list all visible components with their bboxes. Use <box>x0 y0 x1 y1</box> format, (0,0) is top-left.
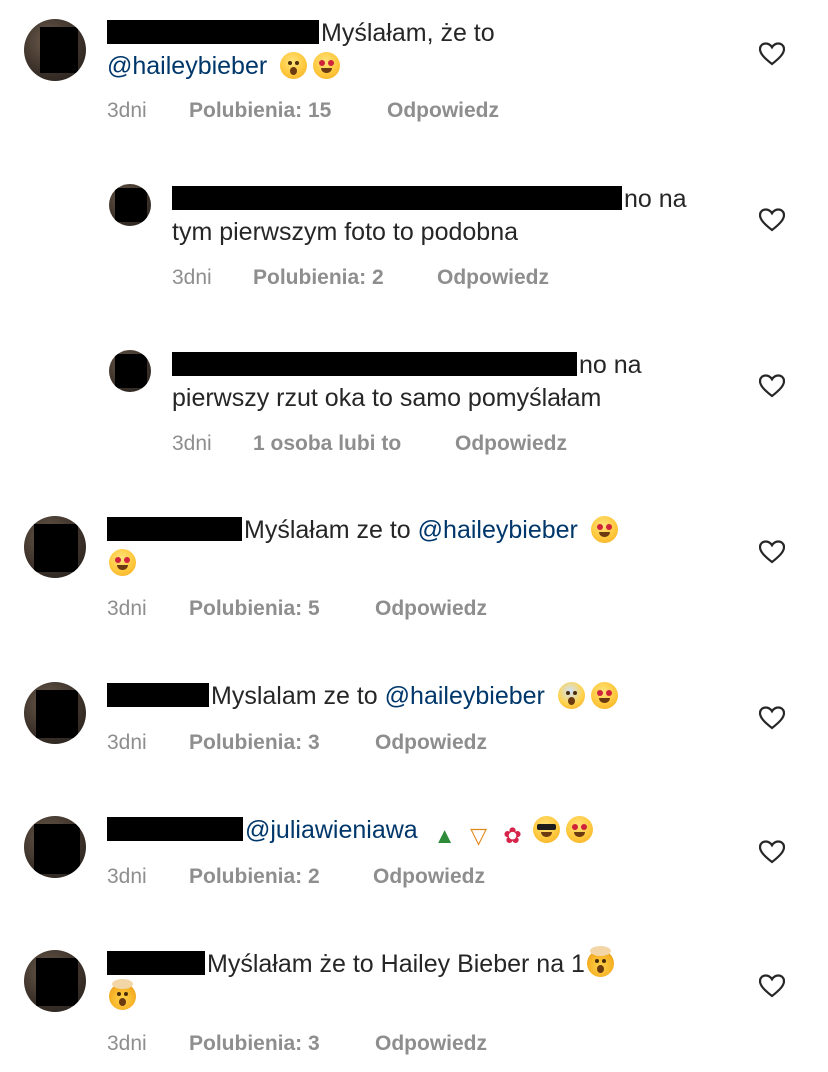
avatar[interactable] <box>24 816 86 878</box>
reply-comment: no na pierwszy rzut oka to samo pomyślał… <box>0 336 828 476</box>
redacted-username[interactable] <box>107 517 242 541</box>
comment-text: Myslalam ze to @haileybieber <box>107 680 727 713</box>
redacted-username[interactable] <box>172 352 577 376</box>
reply-button[interactable]: Odpowiedz <box>375 730 487 756</box>
comment-text: no na pierwszy rzut oka to samo pomyślał… <box>172 351 642 412</box>
reply-button[interactable]: Odpowiedz <box>375 596 487 622</box>
redacted-username[interactable] <box>107 683 209 707</box>
comment-text: Myślałam ze to @haileybieber <box>107 514 727 580</box>
exploding-head-icon <box>109 979 136 1010</box>
mention-link[interactable]: @haileybieber <box>418 516 578 544</box>
sunglasses-face-icon <box>532 816 560 843</box>
likes-count[interactable]: Polubienia: 2 <box>189 864 320 890</box>
mention-link[interactable]: @haileybieber <box>385 682 545 710</box>
heart-outline-icon[interactable] <box>759 706 785 730</box>
reply-button[interactable]: Odpowiedz <box>373 864 485 890</box>
mention-link[interactable]: @juliawieniawa <box>245 816 418 844</box>
timestamp: 3dni <box>172 266 212 289</box>
redacted-username[interactable] <box>107 951 205 975</box>
comment-text: no na tym pierwszym foto to podobna <box>172 185 687 246</box>
reply-button[interactable]: Odpowiedz <box>437 265 549 291</box>
likes-count[interactable]: Polubienia: 5 <box>189 596 320 622</box>
screaming-face-icon <box>557 682 585 709</box>
comment: Myślałam, że to @haileybieber 3dni Polub… <box>0 0 828 140</box>
likes-count[interactable]: Polubienia: 3 <box>189 730 320 756</box>
likes-count[interactable]: Polubienia: 3 <box>189 1031 320 1057</box>
likes-count[interactable]: 1 osoba lubi to <box>253 431 401 457</box>
heart-outline-icon[interactable] <box>759 540 785 564</box>
avatar[interactable] <box>109 184 151 226</box>
star-struck-face-icon <box>565 816 593 843</box>
heart-eyes-face-icon <box>313 52 341 79</box>
mention-link[interactable]: @haileybieber <box>107 52 267 80</box>
tropical-drink-icon: ▽ <box>470 823 488 848</box>
timestamp: 3dni <box>107 1032 147 1055</box>
comment: Myslalam ze to @haileybieber 3dni Polubi… <box>0 666 828 796</box>
likes-count[interactable]: Polubienia: 15 <box>189 98 331 124</box>
comment-text: @juliawieniawa ▲ ▽ ✿ <box>107 814 747 849</box>
heart-eyes-face-icon <box>109 549 136 576</box>
timestamp: 3dni <box>172 432 212 455</box>
likes-count[interactable]: Polubienia: 2 <box>253 265 384 291</box>
heart-outline-icon[interactable] <box>759 974 785 998</box>
reply-button[interactable]: Odpowiedz <box>387 98 499 124</box>
avatar[interactable] <box>109 350 151 392</box>
heart-eyes-face-icon <box>590 682 618 709</box>
reply-button[interactable]: Odpowiedz <box>455 431 567 457</box>
comment-text: Myślałam, że to @haileybieber <box>107 19 495 80</box>
comment-text: Myślałam że to Hailey Bieber na 1 <box>107 946 727 1014</box>
heart-outline-icon[interactable] <box>759 208 785 232</box>
avatar[interactable] <box>24 950 86 1012</box>
comment: Myślałam że to Hailey Bieber na 1 3dni P… <box>0 934 828 1072</box>
reply-button[interactable]: Odpowiedz <box>375 1031 487 1057</box>
redacted-username[interactable] <box>107 817 243 841</box>
avatar[interactable] <box>24 19 86 81</box>
heart-eyes-face-icon <box>590 516 618 543</box>
reply-comment: no na tym pierwszym foto to podobna 3dni… <box>0 170 828 310</box>
heart-outline-icon[interactable] <box>759 840 785 864</box>
hushed-face-icon <box>280 52 308 79</box>
comment: @juliawieniawa ▲ ▽ ✿ 3dni Polubienia: 2 Od… <box>0 800 828 930</box>
redacted-username[interactable] <box>107 20 319 44</box>
comment: Myślałam ze to @haileybieber 3dni Polubi… <box>0 500 828 640</box>
heart-outline-icon[interactable] <box>759 374 785 398</box>
palm-tree-icon: ▲ <box>433 823 456 848</box>
avatar[interactable] <box>24 682 86 744</box>
redacted-username[interactable] <box>172 186 622 210</box>
exploding-head-icon <box>586 946 614 977</box>
timestamp: 3dni <box>107 731 147 754</box>
timestamp: 3dni <box>107 865 147 888</box>
avatar[interactable] <box>24 516 86 578</box>
timestamp: 3dni <box>107 99 147 122</box>
hibiscus-icon: ✿ <box>503 823 522 848</box>
heart-outline-icon[interactable] <box>759 42 785 66</box>
timestamp: 3dni <box>107 597 147 620</box>
